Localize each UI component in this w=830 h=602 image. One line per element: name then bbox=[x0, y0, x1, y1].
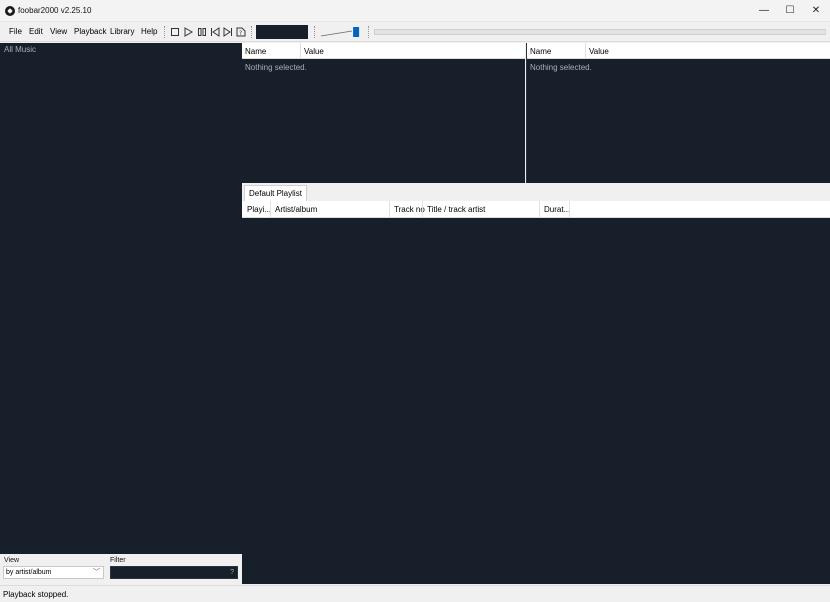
column-divider[interactable] bbox=[389, 201, 390, 218]
filter-label: Filter bbox=[110, 557, 126, 564]
view-label: View bbox=[4, 557, 20, 564]
column-value[interactable]: Value bbox=[304, 47, 324, 56]
column-divider[interactable] bbox=[422, 201, 423, 218]
play-icon[interactable] bbox=[182, 26, 194, 38]
playlist-view[interactable] bbox=[242, 218, 830, 584]
column-duration[interactable]: Durat... bbox=[544, 205, 570, 214]
column-divider[interactable] bbox=[300, 43, 301, 59]
properties-header: Name Value bbox=[242, 43, 525, 59]
properties-panel-right[interactable]: Name Value Nothing selected. bbox=[526, 43, 830, 183]
foobar-app-icon bbox=[5, 6, 15, 16]
properties-panel-left[interactable]: Name Value Nothing selected. bbox=[242, 43, 525, 183]
menu-library[interactable]: Library bbox=[110, 27, 134, 36]
filter-help-icon[interactable]: ? bbox=[230, 569, 234, 576]
playlist-header: Playi... Artist/album Track no Title / t… bbox=[242, 201, 830, 218]
column-track-no[interactable]: Track no bbox=[394, 205, 425, 214]
column-name[interactable]: Name bbox=[245, 47, 266, 56]
toolbar-separator bbox=[164, 26, 165, 38]
menu-view[interactable]: View bbox=[50, 27, 67, 36]
svg-text:?: ? bbox=[239, 30, 242, 37]
seek-bar[interactable] bbox=[374, 29, 826, 35]
view-dropdown-value: by artist/album bbox=[6, 569, 52, 576]
close-button[interactable]: ✕ bbox=[803, 0, 829, 22]
chevron-down-icon: ﹀ bbox=[93, 569, 100, 576]
column-name[interactable]: Name bbox=[530, 47, 551, 56]
library-root-node[interactable]: All Music bbox=[4, 45, 36, 54]
title-bar: foobar2000 v2.25.10 — ☐ ✕ bbox=[0, 0, 830, 22]
column-divider[interactable] bbox=[585, 43, 586, 59]
visualization-panel bbox=[256, 25, 308, 39]
volume-slider-thumb[interactable] bbox=[353, 27, 360, 37]
next-icon[interactable] bbox=[222, 26, 234, 38]
view-dropdown[interactable]: by artist/album ﹀ bbox=[3, 566, 104, 579]
window-title: foobar2000 v2.25.10 bbox=[18, 6, 92, 15]
minimize-button[interactable]: — bbox=[751, 0, 777, 22]
filter-input[interactable]: ? bbox=[110, 566, 238, 579]
column-value[interactable]: Value bbox=[589, 47, 609, 56]
library-tree-panel[interactable]: All Music bbox=[0, 43, 242, 554]
volume-slider[interactable] bbox=[320, 26, 362, 38]
playlist-tabs: Default Playlist bbox=[242, 183, 830, 201]
empty-message: Nothing selected. bbox=[245, 63, 307, 72]
menu-file[interactable]: File bbox=[9, 27, 22, 36]
maximize-button[interactable]: ☐ bbox=[777, 0, 803, 22]
previous-icon[interactable] bbox=[209, 26, 221, 38]
status-bar: Playback stopped. bbox=[0, 585, 830, 602]
empty-message: Nothing selected. bbox=[530, 63, 592, 72]
column-artist-album[interactable]: Artist/album bbox=[275, 205, 317, 214]
menu-playback[interactable]: Playback bbox=[74, 27, 106, 36]
toolbar-separator bbox=[368, 26, 369, 38]
properties-header: Name Value bbox=[527, 43, 830, 59]
column-divider[interactable] bbox=[569, 201, 570, 218]
column-divider[interactable] bbox=[270, 201, 271, 218]
menu-edit[interactable]: Edit bbox=[29, 27, 43, 36]
menu-help[interactable]: Help bbox=[141, 27, 157, 36]
stop-icon[interactable] bbox=[169, 26, 181, 38]
column-playing[interactable]: Playi... bbox=[247, 205, 271, 214]
column-title-track-artist[interactable]: Title / track artist bbox=[427, 205, 485, 214]
toolbar-separator bbox=[251, 26, 252, 38]
tab-default-playlist[interactable]: Default Playlist bbox=[244, 185, 307, 201]
random-icon[interactable]: ? bbox=[235, 26, 247, 38]
status-text: Playback stopped. bbox=[3, 590, 69, 599]
column-divider[interactable] bbox=[539, 201, 540, 218]
pause-icon[interactable] bbox=[196, 26, 208, 38]
toolbar-separator bbox=[314, 26, 315, 38]
